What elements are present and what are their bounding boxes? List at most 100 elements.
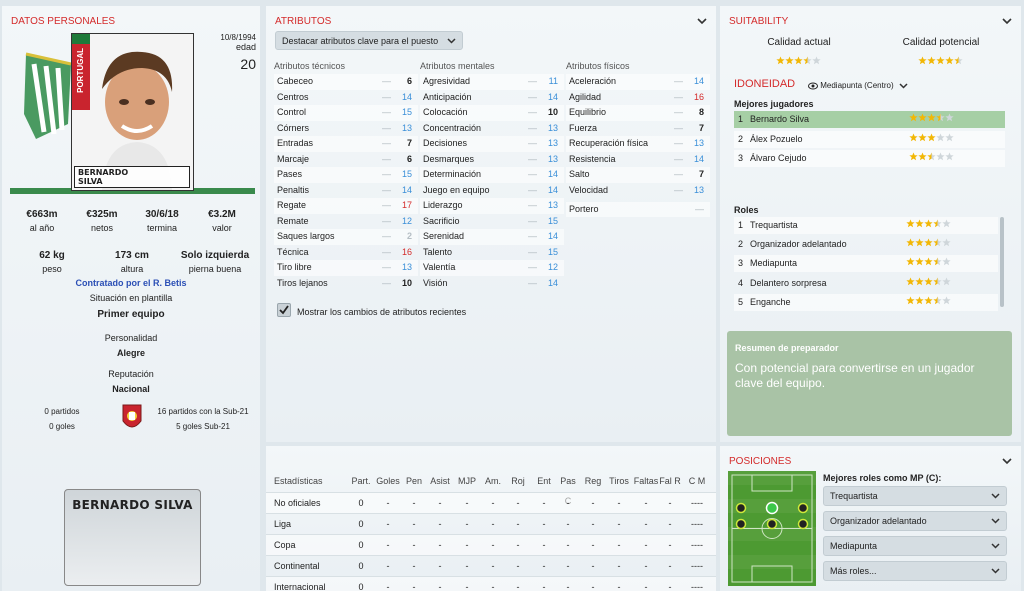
country-flag-top bbox=[72, 34, 90, 44]
star-icon bbox=[945, 132, 954, 141]
caption-line1: BERNARDO bbox=[78, 168, 129, 177]
attribute-row: Aceleración — 14 bbox=[566, 74, 710, 90]
attribute-value: 7 bbox=[698, 122, 704, 133]
stats-cell: ---- bbox=[691, 561, 703, 571]
star-icon bbox=[942, 219, 951, 228]
chevron-down-icon[interactable] bbox=[1001, 16, 1013, 26]
role-row[interactable]: 3 Mediapunta bbox=[734, 255, 998, 273]
attribute-value: 14 bbox=[547, 231, 558, 241]
national-team-crest-icon[interactable] bbox=[121, 403, 143, 433]
contracted-by-link[interactable]: Contratado por el R. Betis bbox=[2, 278, 260, 288]
stats-header-cell[interactable]: Am. bbox=[483, 471, 503, 491]
reputation-label: Reputación bbox=[108, 369, 154, 379]
goalkeeper-label: Portero bbox=[569, 204, 599, 214]
pitch-diagram[interactable] bbox=[728, 471, 816, 586]
attribute-value: 13 bbox=[547, 138, 558, 148]
role-row[interactable]: 1 Trequartista bbox=[734, 217, 998, 234]
attribute-value: 11 bbox=[548, 76, 558, 86]
attribute-trend-dash: — bbox=[674, 122, 683, 133]
role-row[interactable]: 2 Organizador adelantado bbox=[734, 236, 998, 253]
technical-list: Cabeceo — 6 Centros — 14 Control — 15 Córners — 13 E… bbox=[274, 74, 418, 291]
role-dropdown-value: Mediapunta bbox=[830, 541, 878, 551]
star-icon bbox=[812, 56, 821, 65]
role-dropdown[interactable]: Mediapunta bbox=[823, 536, 1007, 556]
stats-cell: 0 bbox=[358, 582, 364, 591]
highlight-attributes-dropdown[interactable]: Destacar atributos clave para el puesto bbox=[275, 31, 463, 50]
stats-header-cell[interactable]: Ent bbox=[534, 471, 554, 491]
stats-cell: - bbox=[438, 582, 442, 591]
rank-number: 5 bbox=[738, 296, 744, 307]
attribute-name: Liderazgo bbox=[423, 200, 463, 210]
stats-cell: - bbox=[491, 498, 495, 508]
attribute-trend-dash: — bbox=[674, 107, 683, 117]
net-value: €325m bbox=[86, 209, 118, 220]
attribute-trend-dash: — bbox=[528, 107, 537, 117]
chevron-down-icon[interactable] bbox=[696, 16, 708, 26]
best-player-row[interactable]: 1 Bernardo Silva bbox=[734, 111, 1005, 128]
attribute-row: Colocación — 10 bbox=[420, 105, 564, 121]
recent-changes-label[interactable]: Mostrar los cambios de atributos recient… bbox=[297, 307, 466, 317]
attribute-trend-dash: — bbox=[382, 138, 391, 148]
role-name: Organizador adelantado bbox=[750, 239, 847, 250]
stats-header-cell[interactable]: Reg bbox=[582, 471, 604, 491]
player-stars bbox=[909, 111, 954, 128]
player-name: Álvaro Cejudo bbox=[750, 153, 807, 163]
star-icon bbox=[954, 56, 963, 65]
recent-changes-checkbox[interactable] bbox=[277, 303, 291, 317]
chevron-down-icon[interactable] bbox=[1001, 456, 1013, 466]
attribute-trend-dash: — bbox=[528, 76, 537, 86]
attribute-name: Penaltis bbox=[277, 184, 310, 195]
stats-header-cell[interactable]: Goles bbox=[375, 471, 401, 491]
attribute-row: Entradas — 7 bbox=[274, 136, 418, 152]
attribute-trend-dash: — bbox=[382, 262, 391, 272]
best-roles-dropdowns: Trequartista Organizador adelantado Mediap… bbox=[823, 486, 1009, 586]
stats-header-cell[interactable]: MJP bbox=[456, 471, 478, 491]
attribute-row: Salto — 7 bbox=[566, 167, 710, 183]
stats-row: Continental 0- - - - - - - - - - - - ---- bbox=[266, 555, 716, 576]
attribute-row: Valentía — 12 bbox=[420, 260, 564, 276]
stats-cell: - bbox=[566, 519, 570, 529]
stats-row: Internacional 0- - - - - - - - - - - - ---- bbox=[266, 576, 716, 591]
role-dropdown[interactable]: Organizador adelantado bbox=[823, 511, 1007, 531]
stats-header-cell[interactable]: Pen bbox=[404, 471, 424, 491]
attribute-value: 13 bbox=[693, 184, 704, 195]
stats-header-cell[interactable]: Tiros bbox=[607, 471, 631, 491]
role-row[interactable]: 4 Delantero sorpresa bbox=[734, 275, 998, 292]
stats-cell: ---- bbox=[691, 540, 703, 550]
stats-cell: - bbox=[516, 582, 520, 591]
stats-row: Copa 0- - - - - - - - - - - - ---- bbox=[266, 534, 716, 555]
rank-number: 2 bbox=[738, 239, 744, 250]
star-icon bbox=[936, 56, 945, 65]
stats-header-cell[interactable]: Part. bbox=[350, 471, 372, 491]
attribute-name: Talento bbox=[423, 246, 453, 257]
attribute-trend-dash: — bbox=[528, 262, 537, 272]
star-icon bbox=[933, 277, 942, 285]
current-ability-stars bbox=[776, 56, 821, 67]
best-player-row[interactable]: 3 Álvaro Cejudo bbox=[734, 150, 1005, 167]
potential-ability-label: Calidad potencial bbox=[902, 37, 980, 48]
goals: 0 goles bbox=[49, 422, 75, 431]
stats-header-cell[interactable]: Roj bbox=[508, 471, 528, 491]
role-row[interactable]: 5 Enganche bbox=[734, 293, 998, 311]
stats-cell: - bbox=[491, 561, 495, 571]
attribute-row: Técnica — 16 bbox=[274, 245, 418, 261]
roles-scrollbar[interactable] bbox=[1000, 217, 1004, 307]
attribute-trend-dash: — bbox=[528, 246, 537, 257]
role-dropdown[interactable]: Trequartista bbox=[823, 486, 1007, 506]
role-dropdown[interactable]: Más roles... bbox=[823, 561, 1007, 581]
position-dropdown[interactable]: Mediapunta (Centro) bbox=[808, 81, 918, 90]
chevron-down-icon bbox=[899, 83, 908, 89]
stats-header-cell[interactable]: Asist bbox=[428, 471, 452, 491]
attribute-row: Determinación — 14 bbox=[420, 167, 564, 183]
stats-header-cell[interactable]: Estadísticas bbox=[274, 471, 344, 491]
role-name: Enganche bbox=[750, 296, 791, 307]
stats-header-cell[interactable]: Faltas bbox=[633, 471, 659, 491]
stats-header-cell[interactable]: C M bbox=[686, 471, 708, 491]
stats-cell: - bbox=[566, 582, 570, 591]
stats-header-cell[interactable]: Fal R bbox=[659, 471, 681, 491]
best-player-row[interactable]: 2 Álex Pozuelo bbox=[734, 130, 1005, 148]
attribute-trend-dash: — bbox=[382, 122, 391, 133]
attribute-trend-dash: — bbox=[528, 91, 537, 102]
u21-goals: 5 goles Sub-21 bbox=[176, 422, 230, 431]
star-icon bbox=[776, 56, 785, 65]
